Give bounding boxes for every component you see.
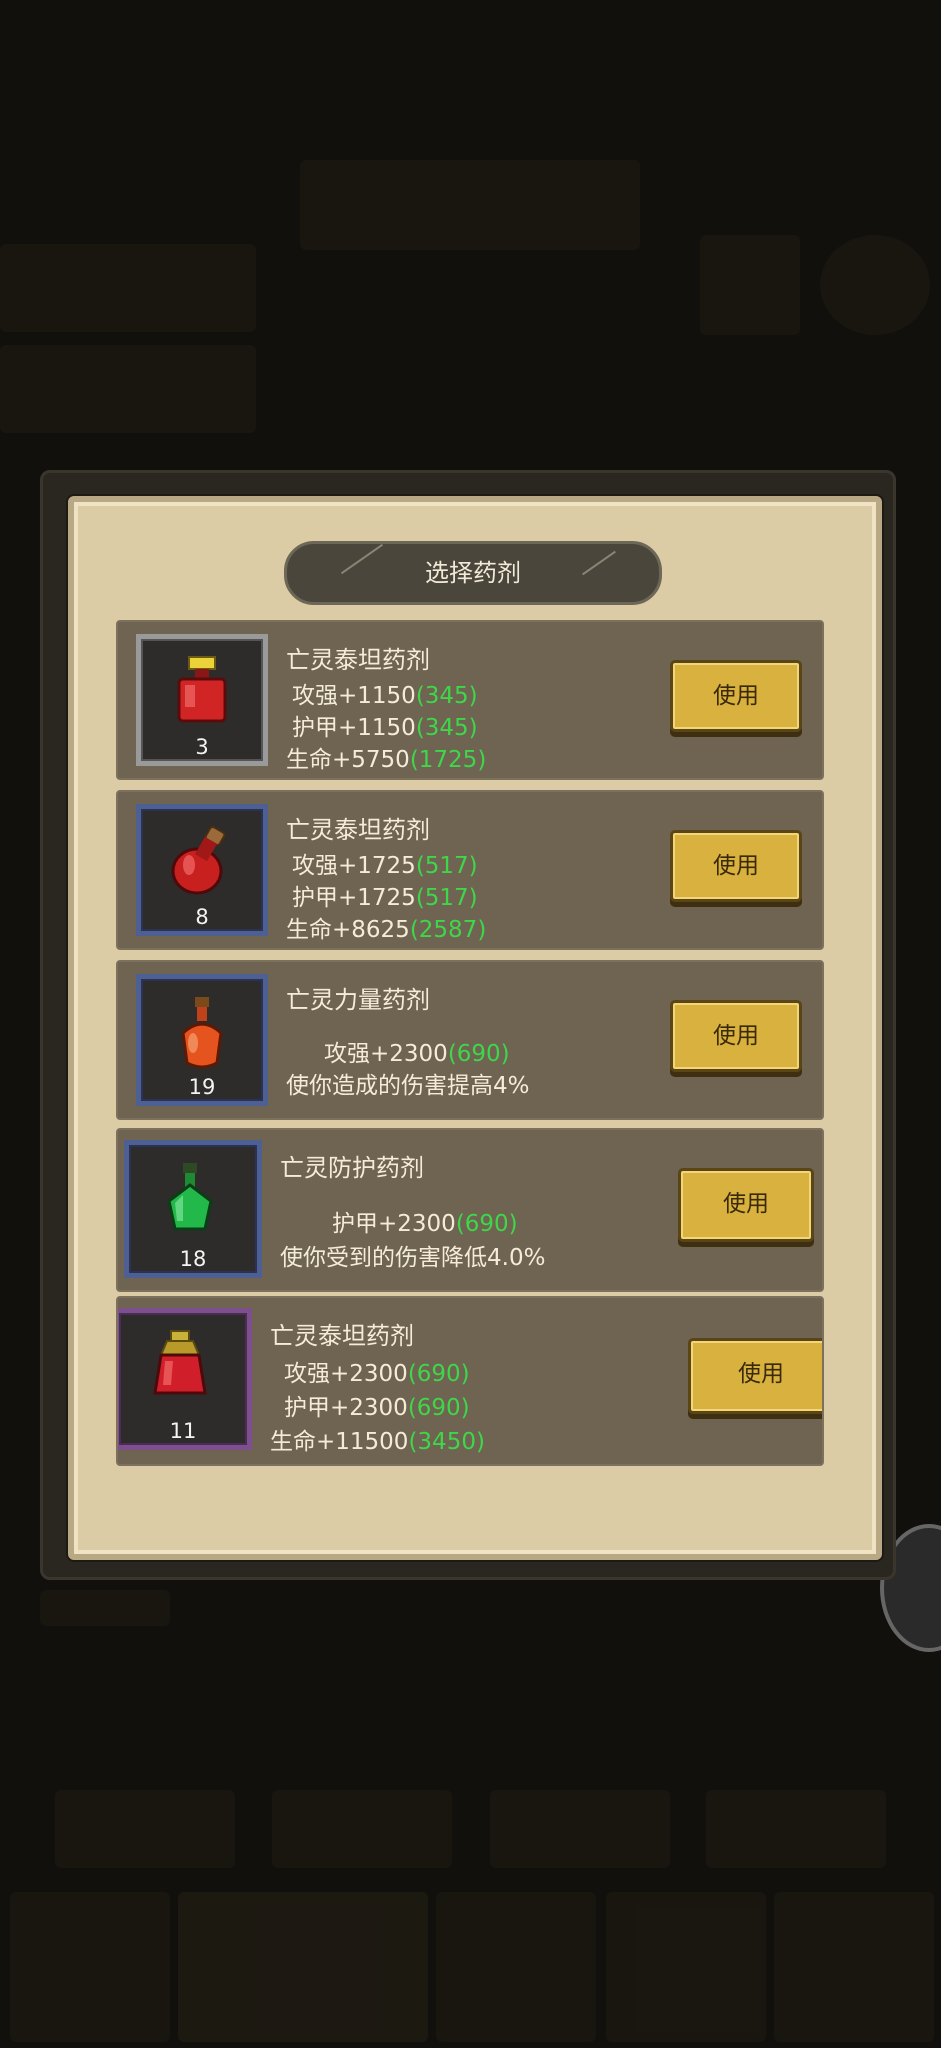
potion-slot[interactable]: 3 <box>136 634 268 766</box>
red-flask-potion-icon <box>171 826 226 895</box>
use-button[interactable]: 使用 <box>688 1338 822 1414</box>
potion-effect: 使你造成的伤害提高4% <box>286 1073 530 1099</box>
green-potion-icon <box>167 1163 213 1231</box>
potion-count: 3 <box>195 735 209 759</box>
potion-stat: 攻强+1725(517) <box>292 853 478 879</box>
potion-name: 亡灵力量药剂 <box>286 986 430 1014</box>
red-gold-potion-icon <box>153 1330 207 1395</box>
potion-name: 亡灵泰坦药剂 <box>286 646 430 674</box>
potion-stat: 护甲+2300(690) <box>332 1211 518 1237</box>
potion-stat: 生命+8625(2587) <box>286 917 487 943</box>
potion-slot[interactable]: 18 <box>124 1140 262 1278</box>
potion-row: 3 亡灵泰坦药剂 攻强+1150(345) 护甲+1150(345) 生命+57… <box>116 620 824 780</box>
use-button[interactable]: 使用 <box>670 830 802 902</box>
potion-row: 19 亡灵力量药剂 攻强+2300(690) 使你造成的伤害提高4% 使用 <box>116 960 824 1120</box>
use-button[interactable]: 使用 <box>670 1000 802 1072</box>
potion-stat: 护甲+1725(517) <box>292 885 478 911</box>
potion-slot[interactable]: 11 <box>118 1308 252 1450</box>
use-button[interactable]: 使用 <box>678 1168 814 1242</box>
potion-name: 亡灵泰坦药剂 <box>270 1322 414 1350</box>
use-button[interactable]: 使用 <box>670 660 802 732</box>
potion-count: 11 <box>169 1419 197 1443</box>
potion-stat: 攻强+2300(690) <box>284 1361 470 1387</box>
potion-row: 8 亡灵泰坦药剂 攻强+1725(517) 护甲+1725(517) 生命+86… <box>116 790 824 950</box>
potion-name: 亡灵泰坦药剂 <box>286 816 430 844</box>
red-square-potion-icon <box>177 656 227 723</box>
potion-count: 19 <box>188 1075 216 1099</box>
potion-stat: 护甲+1150(345) <box>292 715 478 741</box>
potion-stat: 攻强+2300(690) <box>324 1041 510 1067</box>
dialog-title: 选择药剂 <box>284 541 662 605</box>
potion-stat: 护甲+2300(690) <box>284 1395 470 1421</box>
potion-row: 11 亡灵泰坦药剂 攻强+2300(690) 护甲+2300(690) 生命+1… <box>116 1296 824 1466</box>
potion-row: 18 亡灵防护药剂 护甲+2300(690) 使你受到的伤害降低4.0% 使用 <box>116 1128 824 1292</box>
potion-name: 亡灵防护药剂 <box>280 1154 424 1182</box>
potion-stat: 攻强+1150(345) <box>292 683 478 709</box>
potion-stat: 生命+5750(1725) <box>286 747 487 773</box>
potion-count: 8 <box>195 905 209 929</box>
potion-slot[interactable]: 19 <box>136 974 268 1106</box>
potion-stat: 生命+11500(3450) <box>270 1429 485 1455</box>
potion-effect: 使你受到的伤害降低4.0% <box>280 1245 546 1271</box>
potion-slot[interactable]: 8 <box>136 804 268 936</box>
orange-potion-icon <box>181 997 223 1069</box>
potion-count: 18 <box>179 1247 207 1271</box>
